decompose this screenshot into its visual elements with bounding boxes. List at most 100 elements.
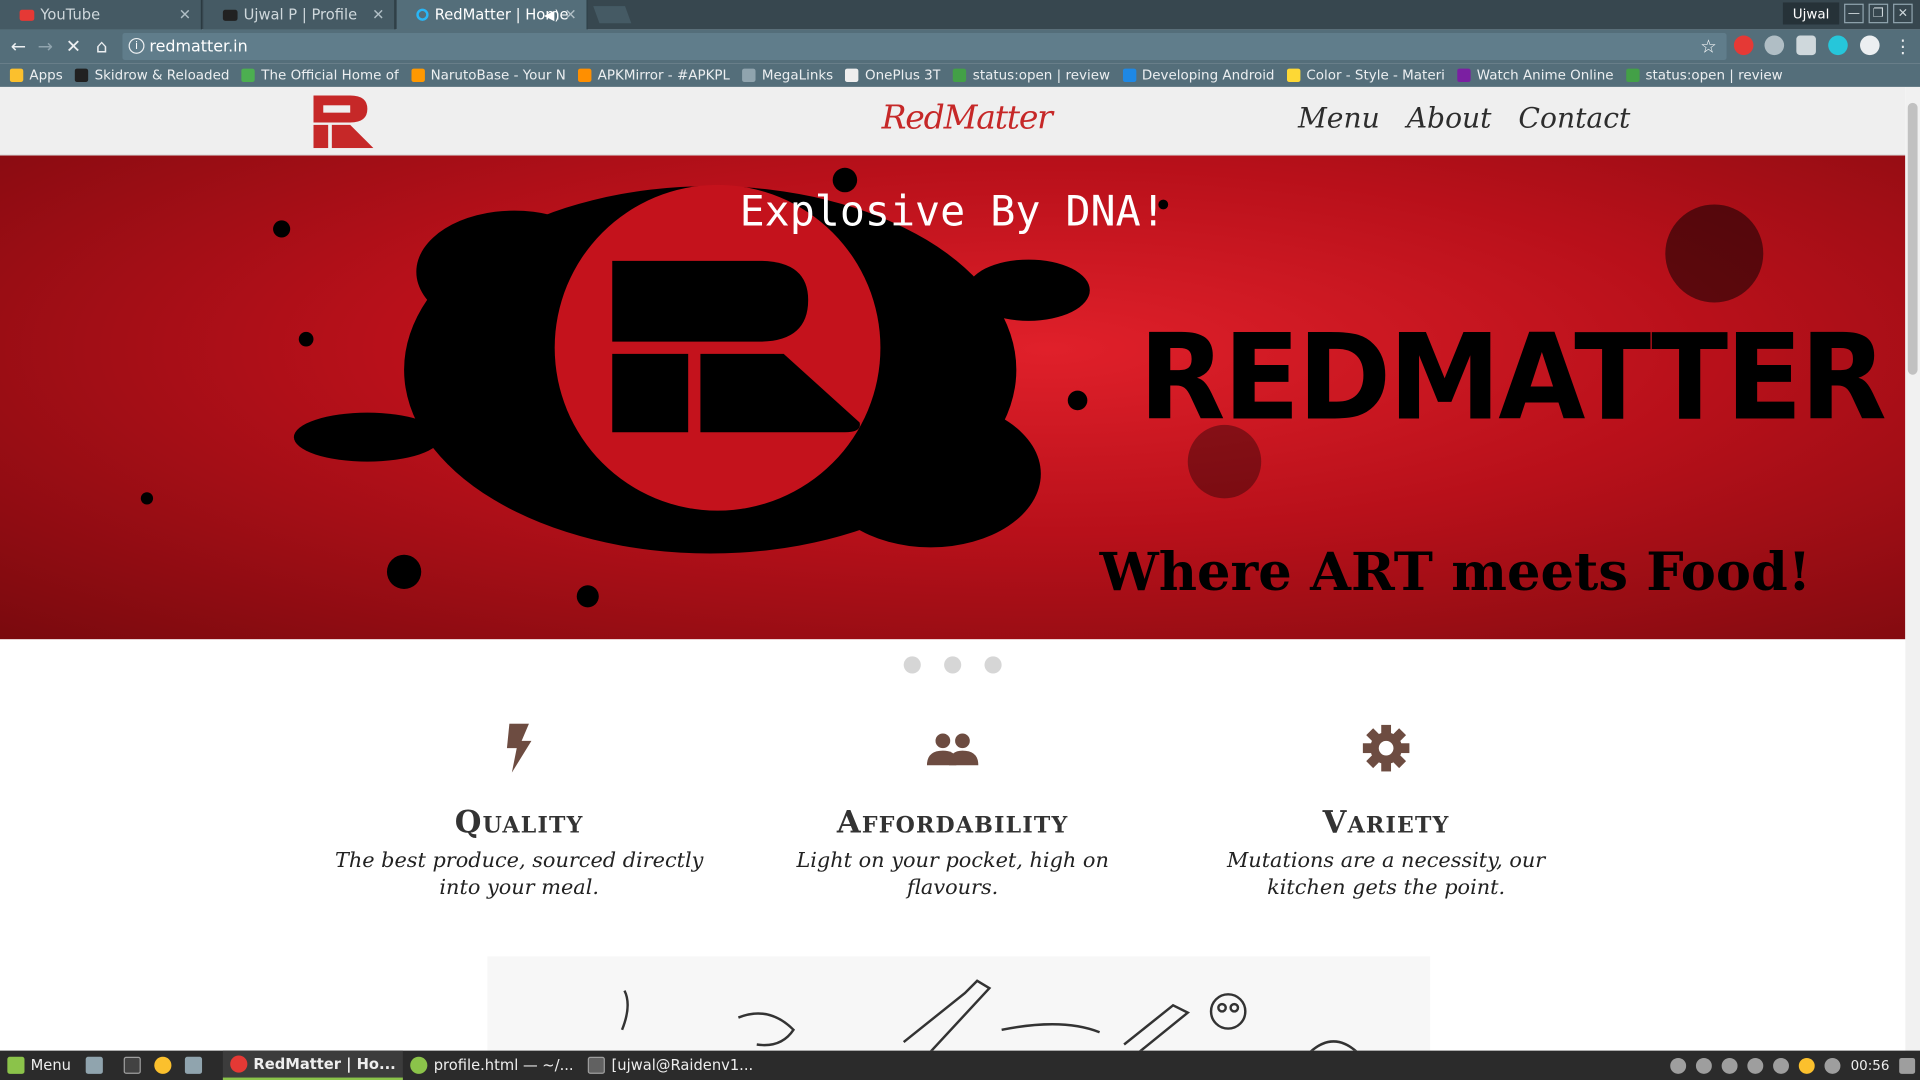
tab-youtube[interactable]: YouTube ✕ (0, 0, 203, 30)
terminal-icon (588, 1056, 606, 1074)
browser-toolbar: ← → ✕ ⌂ i redmatter.in ☆ ⋮ (0, 29, 1920, 64)
kebab-menu-icon[interactable]: ⋮ (1891, 34, 1915, 58)
tab-title: YouTube (40, 6, 101, 24)
redmatter-logo[interactable] (313, 95, 374, 149)
site-nav: Menu About Contact (1298, 103, 1630, 135)
system-tray: 00:56 (1670, 1051, 1916, 1080)
audio-icon[interactable]: ◀) (544, 7, 560, 23)
chrome-launcher-icon[interactable] (154, 1056, 172, 1074)
bookmark-favicon-icon (953, 68, 967, 83)
bookmark-favicon-icon (74, 68, 89, 83)
ublock-extension-icon[interactable] (1733, 35, 1754, 56)
bookmark-label: Developing Android (1141, 67, 1275, 84)
bookmark-item[interactable]: Watch Anime Online (1457, 67, 1614, 83)
new-tab-button[interactable] (593, 6, 632, 24)
notification-icon[interactable] (1899, 1057, 1916, 1074)
nav-menu[interactable]: Menu (1298, 103, 1380, 135)
bookmark-label: Apps (29, 67, 63, 84)
address-bar[interactable]: i redmatter.in ☆ (122, 33, 1727, 61)
bookmark-label: MegaLinks (761, 67, 834, 84)
bookmark-item[interactable]: NarutoBase - Your N (410, 67, 566, 83)
bookmark-item[interactable]: status:open | review (1625, 67, 1783, 83)
scrollbar-thumb[interactable] (1907, 102, 1918, 375)
back-icon[interactable]: ← (6, 34, 30, 58)
apps-grid-icon (9, 68, 24, 83)
forward-icon[interactable]: → (33, 34, 57, 58)
info-icon[interactable]: i (128, 37, 145, 54)
taskbar-item-redmatter[interactable]: RedMatter | Ho... (222, 1050, 404, 1080)
site-brand[interactable]: RedMatter (882, 99, 1053, 137)
bookmark-label: Skidrow & Reloaded (94, 67, 230, 84)
show-desktop-icon[interactable] (85, 1056, 103, 1074)
mint-logo-icon (7, 1056, 25, 1074)
close-icon[interactable]: ✕ (372, 6, 384, 23)
carousel-dot[interactable] (944, 656, 962, 674)
editor-icon (410, 1056, 428, 1074)
carousel-indicators (903, 656, 1002, 674)
restore-icon[interactable]: ❐ (1868, 3, 1889, 24)
bookmark-item[interactable]: MegaLinks (742, 67, 833, 83)
start-menu-button[interactable]: Menu (0, 1051, 78, 1080)
bluetooth-icon[interactable] (1824, 1057, 1841, 1074)
stop-icon[interactable]: ✕ (61, 34, 85, 58)
close-icon[interactable]: ✕ (564, 6, 576, 23)
feature-variety: Variety Mutations are a necessity, our k… (1190, 724, 1582, 902)
bookmark-item[interactable]: OnePlus 3T (845, 67, 941, 83)
feature-text: The best produce, sourced directly into … (334, 848, 704, 901)
cloud-extension-icon[interactable] (1860, 35, 1880, 56)
tab-strip: YouTube ✕ Ujwal P | Profile ✕ RedMatter … (0, 0, 1920, 30)
feature-title: Affordability (836, 804, 1069, 841)
bookmark-favicon-icon (742, 68, 756, 83)
tab-profile[interactable]: Ujwal P | Profile ✕ (203, 0, 396, 30)
bookmark-item[interactable]: Color - Style - Materi (1286, 67, 1445, 84)
taskbar-item-profile[interactable]: profile.html — ~/... (403, 1051, 581, 1080)
home-icon[interactable]: ⌂ (89, 34, 113, 58)
kitchen-sketch-image (487, 956, 1431, 1051)
shield-extension-icon[interactable] (1796, 35, 1816, 56)
profile-favicon-icon (222, 9, 238, 21)
feature-title: Quality (454, 804, 584, 841)
bookmarks-bar: Apps Skidrow & Reloaded The Official Home … (0, 63, 1920, 87)
clock[interactable]: 00:56 (1851, 1057, 1890, 1073)
hero-title: REDMATTER (1138, 308, 1887, 447)
shield-icon[interactable] (1773, 1057, 1790, 1074)
bookmark-item[interactable]: Developing Android (1122, 67, 1274, 83)
nav-about[interactable]: About (1407, 103, 1492, 135)
profile-button[interactable]: Ujwal (1782, 2, 1840, 25)
user-icon[interactable] (1670, 1057, 1687, 1074)
doodle-graphic (620, 979, 1358, 1051)
lightbulb-extension-icon[interactable] (1764, 35, 1785, 56)
bookmark-item[interactable]: The Official Home of (241, 67, 399, 83)
close-icon[interactable]: ✕ (179, 6, 191, 23)
nav-contact[interactable]: Contact (1518, 103, 1630, 135)
pen-icon[interactable] (1696, 1057, 1713, 1074)
carousel-dot[interactable] (984, 656, 1002, 674)
feature-text: Mutations are a necessity, our kitchen g… (1226, 848, 1546, 901)
mercury-extension-icon[interactable] (1828, 35, 1848, 56)
close-window-icon[interactable]: ✕ (1893, 3, 1913, 24)
taskbar-item-terminal[interactable]: [ujwal@Raidenv1... (581, 1051, 761, 1080)
terminal-launcher-icon[interactable] (123, 1056, 141, 1074)
task-label: [ujwal@Raidenv1... (611, 1056, 754, 1074)
carousel-dot[interactable] (903, 656, 921, 674)
bookmark-item[interactable]: status:open | review (953, 67, 1110, 83)
feature-quality: Quality The best produce, sourced direct… (323, 723, 715, 902)
volume-icon[interactable] (1722, 1057, 1738, 1074)
minimize-icon[interactable]: — (1844, 3, 1864, 24)
clipboard-icon[interactable] (1747, 1057, 1764, 1074)
chrome-tray-icon[interactable] (1799, 1057, 1816, 1074)
tab-title: Ujwal P | Profile (243, 6, 358, 24)
bookmark-item[interactable]: Skidrow & Reloaded (74, 67, 230, 84)
bookmark-label: Color - Style - Materi (1306, 67, 1445, 84)
tab-redmatter[interactable]: RedMatter | Home ◀) ✕ (396, 0, 588, 30)
bookmark-item[interactable]: Apps (9, 67, 63, 84)
bookmark-favicon-icon (1457, 68, 1471, 83)
url-text: redmatter.in (149, 37, 248, 56)
bookmark-item[interactable]: APKMirror - #APKPL (578, 67, 730, 83)
menu-label: Menu (30, 1056, 71, 1074)
bookmark-favicon-icon (1122, 68, 1136, 83)
bookmark-star-icon[interactable]: ☆ (1700, 36, 1716, 58)
files-launcher-icon[interactable] (184, 1056, 202, 1074)
hero-carousel[interactable]: Explosive By DNA! REDMATTER Where ART me… (0, 155, 1906, 640)
loading-spinner-icon (416, 8, 429, 21)
